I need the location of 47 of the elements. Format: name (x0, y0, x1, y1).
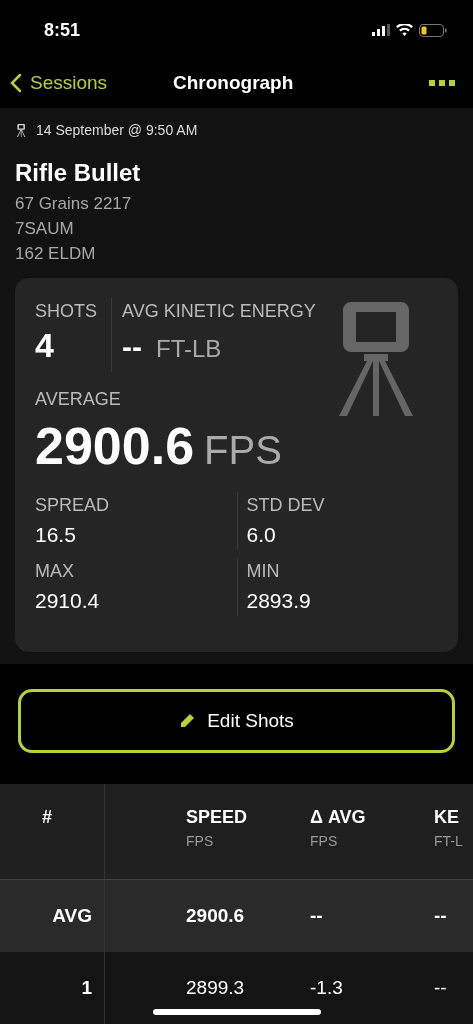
average-value: 2900.6 (35, 415, 195, 477)
stat-value: 2910.4 (35, 587, 101, 614)
stat-label: SPREAD (35, 493, 111, 517)
stat-value: 16.5 (35, 521, 77, 548)
session-detail: 162 ELDM (15, 242, 97, 265)
status-time: 8:51 (44, 18, 81, 42)
table-cell-text: AVG (52, 903, 92, 928)
stat-unit: FT-LB (156, 333, 222, 364)
tripod-icon (17, 123, 26, 137)
stat-label: STD DEV (246, 493, 326, 517)
table-cell-text: -- (310, 903, 323, 928)
column-unit: FT-L (434, 832, 464, 851)
wifi-icon (396, 24, 413, 37)
table-cell-text: 1 (81, 975, 92, 1000)
pencil-icon (179, 713, 196, 730)
column-header: Δ AVG (310, 806, 367, 829)
signal-icon (372, 24, 390, 37)
session-detail: 7SAUM (15, 217, 75, 240)
screen-title: Chronograph (173, 71, 294, 96)
session-date: 14 September @ 9:50 AM (36, 120, 198, 140)
column-unit: FPS (186, 832, 215, 851)
column-header: # (42, 806, 52, 829)
table-cell-text: 2899.3 (186, 975, 245, 1000)
battery-icon (419, 23, 447, 37)
column-unit: FPS (310, 832, 339, 851)
stat-label: AVERAGE (35, 387, 122, 411)
column-header: SPEED (186, 806, 249, 829)
stat-label: SHOTS (35, 299, 98, 323)
stat-label: AVG KINETIC ENERGY (122, 299, 316, 323)
stat-value: 6.0 (246, 521, 277, 548)
average-unit: FPS (204, 426, 282, 474)
more-icon (429, 80, 455, 87)
table-cell-text: 2900.6 (186, 903, 245, 928)
stat-label: MAX (35, 559, 75, 583)
stat-value: 2893.9 (246, 587, 312, 614)
stat-value: 4 (35, 324, 55, 365)
chevron-left-icon (10, 73, 22, 94)
session-title: Rifle Bullet (15, 157, 142, 188)
table-cell-text: -1.3 (310, 975, 343, 1000)
stat-value: -- (122, 328, 142, 365)
edit-shots-button[interactable]: Edit Shots (18, 689, 455, 754)
column-header: KE (434, 806, 460, 829)
stat-label: MIN (246, 559, 281, 583)
table-cell-text: -- (434, 975, 447, 1000)
table-cell-text: -- (434, 903, 447, 928)
session-detail: 67 Grains 2217 (15, 192, 133, 215)
back-button[interactable]: Sessions (10, 69, 108, 98)
